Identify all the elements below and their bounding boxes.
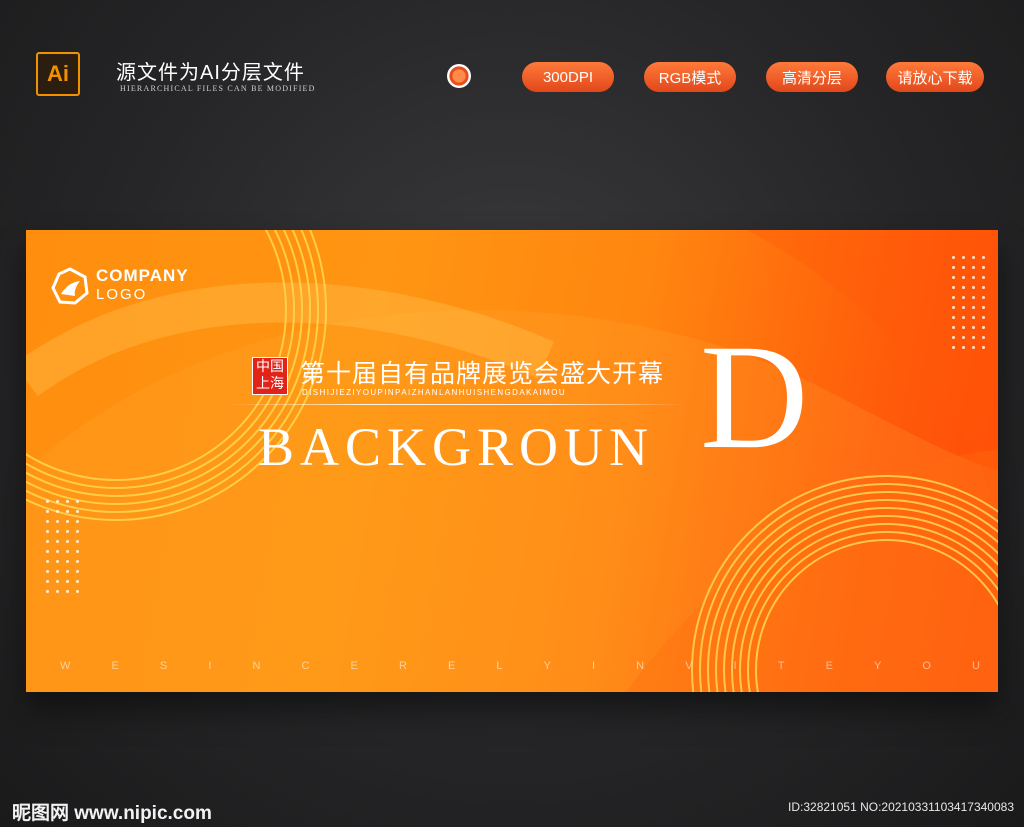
dot-grid-top-right bbox=[952, 256, 985, 349]
site-watermark: 昵图网 www.nipic.com bbox=[12, 803, 212, 824]
company-logo-text: COMPANY bbox=[96, 266, 189, 285]
invite-letter: L bbox=[496, 660, 503, 672]
event-title-pinyin: DISHIJIEZIYOUPINPAIZHANLANHUISHENGDAKAIM… bbox=[302, 388, 567, 397]
badge-rgb-mode: RGB模式 bbox=[644, 62, 736, 92]
status-dot-icon bbox=[447, 64, 471, 88]
company-logo-subtext: LOGO bbox=[96, 286, 148, 303]
invite-letter: Y bbox=[873, 660, 882, 672]
headline-big-letter: D bbox=[700, 314, 809, 480]
event-title: 第十届自有品牌展览会盛大开幕 bbox=[300, 359, 665, 388]
invite-letter: C bbox=[301, 660, 310, 672]
invite-letter: E bbox=[447, 660, 456, 672]
invite-letter: E bbox=[111, 660, 119, 672]
company-logo-icon bbox=[51, 267, 89, 305]
badge-dpi: 300DPI bbox=[522, 62, 614, 92]
banner-artwork: COMPANY LOGO 中国 上海 第十届自有品牌展览会盛大开幕 DISHIJI… bbox=[26, 230, 998, 692]
invite-letter: E bbox=[350, 660, 358, 672]
invite-text: W E S I N C E R E L Y I N V I T E Y O U bbox=[60, 660, 980, 672]
divider-line bbox=[226, 404, 686, 405]
invite-letter: I bbox=[208, 660, 212, 672]
image-id-text: ID:32821051 NO:20210331103417340083 bbox=[788, 800, 1014, 814]
invite-letter: Y bbox=[543, 660, 551, 672]
invite-letter: I bbox=[733, 660, 737, 672]
invite-letter: T bbox=[777, 660, 785, 672]
badge-hd-layers: 高清分层 bbox=[766, 62, 858, 92]
invite-letter: O bbox=[922, 660, 931, 672]
invite-letter: R bbox=[398, 660, 407, 672]
invite-letter: S bbox=[159, 660, 168, 672]
header-subtitle: HIERARCHICAL FILES CAN BE MODIFIED bbox=[120, 84, 316, 93]
invite-letter: W bbox=[60, 660, 71, 672]
shanghai-seal: 中国 上海 bbox=[252, 357, 288, 395]
invite-letter: V bbox=[685, 660, 693, 672]
invite-letter: N bbox=[636, 660, 645, 672]
invite-letter: I bbox=[592, 660, 596, 672]
invite-letter: N bbox=[252, 660, 261, 672]
invite-letter: E bbox=[825, 660, 833, 672]
headline-text: BACKGROUN bbox=[258, 417, 655, 477]
illustrator-app-icon: Ai bbox=[36, 52, 80, 96]
dot-grid-left bbox=[46, 500, 79, 593]
badge-download: 请放心下载 bbox=[886, 62, 984, 92]
invite-letter: U bbox=[972, 660, 980, 672]
header-title: 源文件为AI分层文件 bbox=[116, 62, 305, 84]
